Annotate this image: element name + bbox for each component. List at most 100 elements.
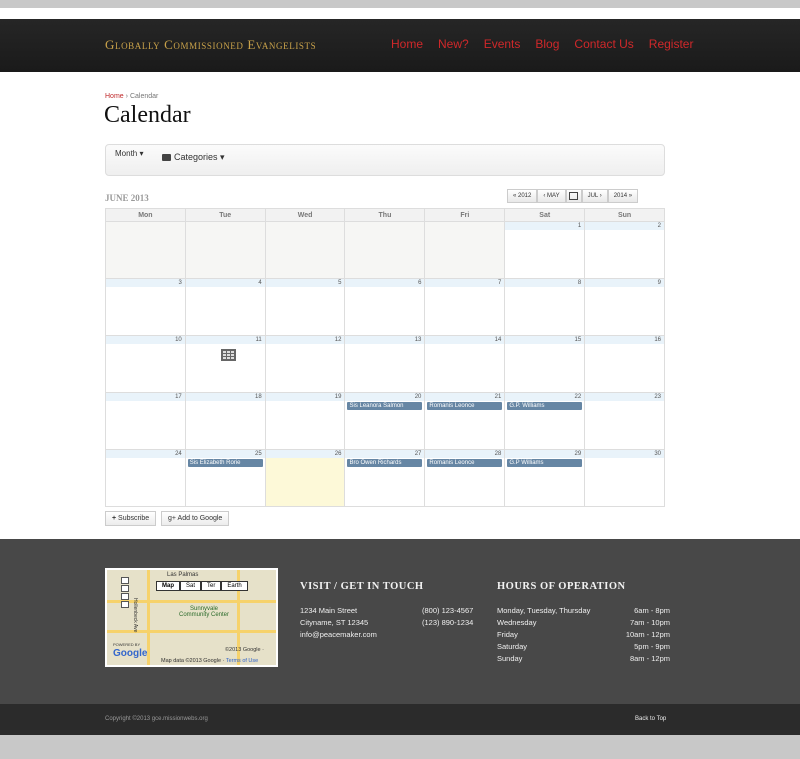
subscribe-button[interactable]: + Subscribe	[105, 511, 157, 526]
day-number: 16	[585, 336, 664, 344]
day-number: 10	[106, 336, 185, 344]
embedded-map[interactable]: Las Palmas Map Sat Ter Earth Hollenbeck …	[105, 568, 278, 667]
calendar-day-cell[interactable]: 6	[344, 278, 426, 336]
day-number: 5	[265, 279, 345, 287]
calendar-day-cell[interactable]: 5	[264, 278, 346, 336]
site-logo[interactable]: Globally Commissioned Evangelists	[105, 37, 316, 53]
day-number: 18	[185, 393, 265, 401]
today-button[interactable]	[565, 189, 582, 203]
calendar-day-cell[interactable]: 27 Bro Owen Richards	[344, 449, 426, 507]
calendar-day-cell[interactable]: 16	[584, 335, 665, 393]
weekday-header: Fri	[424, 208, 506, 222]
calendar-day-cell[interactable]: 10	[105, 335, 186, 393]
calendar-day-cell[interactable]: 9	[584, 278, 665, 336]
add-to-google-button[interactable]: g+ Add to Google	[161, 511, 230, 526]
calendar-event[interactable]: G.P. Williams	[507, 402, 583, 410]
calendar-day-cell[interactable]: 30	[584, 449, 665, 507]
next-month-button[interactable]: JUL ›	[581, 189, 608, 203]
prev-month-button[interactable]: ‹ MAY	[537, 189, 566, 203]
bottom-bar: Copyright ©2013 gce.missionwebs.org Back…	[0, 704, 800, 735]
day-number: 19	[265, 393, 345, 401]
weekday-header-row: Mon Tue Wed Thu Fri Sat Sun	[105, 208, 665, 222]
month-view-label: Month	[115, 149, 138, 158]
calendar-empty-cell	[344, 221, 426, 279]
month-view-button[interactable]: Month ▾	[115, 149, 236, 361]
nav-home[interactable]: Home	[391, 37, 423, 51]
map-place-label: Sunnyvale Community Center	[179, 606, 230, 618]
nav-blog[interactable]: Blog	[535, 37, 559, 51]
plus-icon: +	[112, 515, 117, 522]
day-number: 9	[585, 279, 664, 287]
calendar-event[interactable]: Sis Leanora Salmon	[347, 402, 423, 410]
calendar-day-cell[interactable]: 25 Sis Elizabeth Rorie	[184, 449, 266, 507]
day-number: 23	[585, 393, 664, 401]
weekday-header: Mon	[105, 208, 186, 222]
calendar-day-cell[interactable]: 17	[105, 392, 186, 450]
calendar-event[interactable]: Romanis Leonce	[427, 402, 503, 410]
day-number: 17	[106, 393, 185, 401]
calendar-event[interactable]: Bro Owen Richards	[347, 459, 423, 467]
nav-register[interactable]: Register	[649, 37, 694, 51]
calendar-day-cell[interactable]: 19	[264, 392, 346, 450]
google-plus-icon: g+	[168, 515, 176, 522]
map-tab-earth[interactable]: Earth	[221, 581, 248, 591]
calendar-empty-cell	[105, 221, 186, 279]
map-tab-sat[interactable]: Sat	[180, 581, 202, 591]
nav-new[interactable]: New?	[438, 37, 469, 51]
map-powered-by: POWERED BY	[113, 642, 141, 647]
contact-email[interactable]: info@peacemaker.com	[300, 630, 377, 639]
prev-year-button[interactable]: « 2012	[507, 189, 538, 203]
categories-dropdown[interactable]: Categories ▾	[162, 152, 225, 163]
calendar-icon	[569, 192, 579, 200]
calendar-day-cell[interactable]: 24	[105, 449, 186, 507]
calendar-day-cell[interactable]: 15	[504, 335, 586, 393]
calendar-day-cell[interactable]: 4	[184, 278, 266, 336]
calendar-day-cell[interactable]: 11	[184, 335, 266, 393]
back-to-top-link[interactable]: Back to Top	[635, 716, 666, 722]
calendar-day-cell[interactable]: 1	[504, 221, 586, 279]
hours-day: Wednesday	[497, 618, 537, 627]
nav-contact-us[interactable]: Contact Us	[574, 37, 633, 51]
calendar-day-cell[interactable]: 23	[584, 392, 665, 450]
map-type-tabs: Map Sat Ter Earth	[156, 581, 248, 591]
hours-time: 8am - 12pm	[629, 654, 670, 663]
calendar-day-cell[interactable]: 14	[424, 335, 506, 393]
calendar-event[interactable]: Romanis Leonce	[427, 459, 503, 467]
map-tab-ter[interactable]: Ter	[201, 581, 222, 591]
nav-events[interactable]: Events	[484, 37, 521, 51]
map-data-text: Map data ©2013 Google · Terms of Use	[161, 658, 259, 664]
map-place-label: Las Palmas	[167, 572, 199, 578]
hours-day: Monday, Tuesday, Thursday	[497, 606, 591, 615]
calendar-day-cell[interactable]: 12	[264, 335, 346, 393]
breadcrumb-home[interactable]: Home	[105, 93, 124, 100]
calendar-day-cell[interactable]: 28 Romanis Leonce	[424, 449, 506, 507]
calendar-day-cell[interactable]: 7	[424, 278, 506, 336]
calendar-day-cell[interactable]: 29 G.P Williams	[504, 449, 586, 507]
calendar-pager: « 2012 ‹ MAY JUL › 2014 »	[507, 189, 639, 203]
day-number: 3	[106, 279, 185, 287]
hours-time: 10am - 12pm	[625, 630, 670, 639]
hours-time: 7am - 10pm	[629, 618, 670, 627]
day-number: 12	[265, 336, 345, 344]
calendar-day-cell[interactable]: 3	[105, 278, 186, 336]
calendar-day-cell[interactable]: 22 G.P. Williams	[504, 392, 586, 450]
map-tab-map[interactable]: Map	[156, 581, 180, 591]
breadcrumb: Home › Calendar	[105, 93, 158, 100]
calendar-event[interactable]: G.P Williams	[507, 459, 583, 467]
page: Globally Commissioned Evangelists Home N…	[0, 8, 800, 735]
calendar-day-cell[interactable]: 18	[184, 392, 266, 450]
day-number: 21	[425, 393, 505, 401]
day-number: 22	[505, 393, 585, 401]
calendar-day-cell[interactable]: 8	[504, 278, 586, 336]
calendar-event[interactable]: Sis Elizabeth Rorie	[187, 459, 263, 467]
calendar-day-cell[interactable]: 21 Romanis Leonce	[424, 392, 506, 450]
map-terms-link[interactable]: Terms of Use	[226, 658, 258, 664]
calendar-toolbar: Month ▾ Categories ▾	[105, 144, 665, 361]
day-number: 4	[185, 279, 265, 287]
calendar-day-cell[interactable]: 2	[584, 221, 665, 279]
calendar-day-cell[interactable]: 13	[344, 335, 426, 393]
contact-phone: (123) 890-1234	[422, 618, 474, 627]
calendar-day-cell[interactable]: 26	[264, 449, 346, 507]
calendar-day-cell[interactable]: 20 Sis Leanora Salmon	[344, 392, 426, 450]
next-year-button[interactable]: 2014 »	[607, 189, 639, 203]
